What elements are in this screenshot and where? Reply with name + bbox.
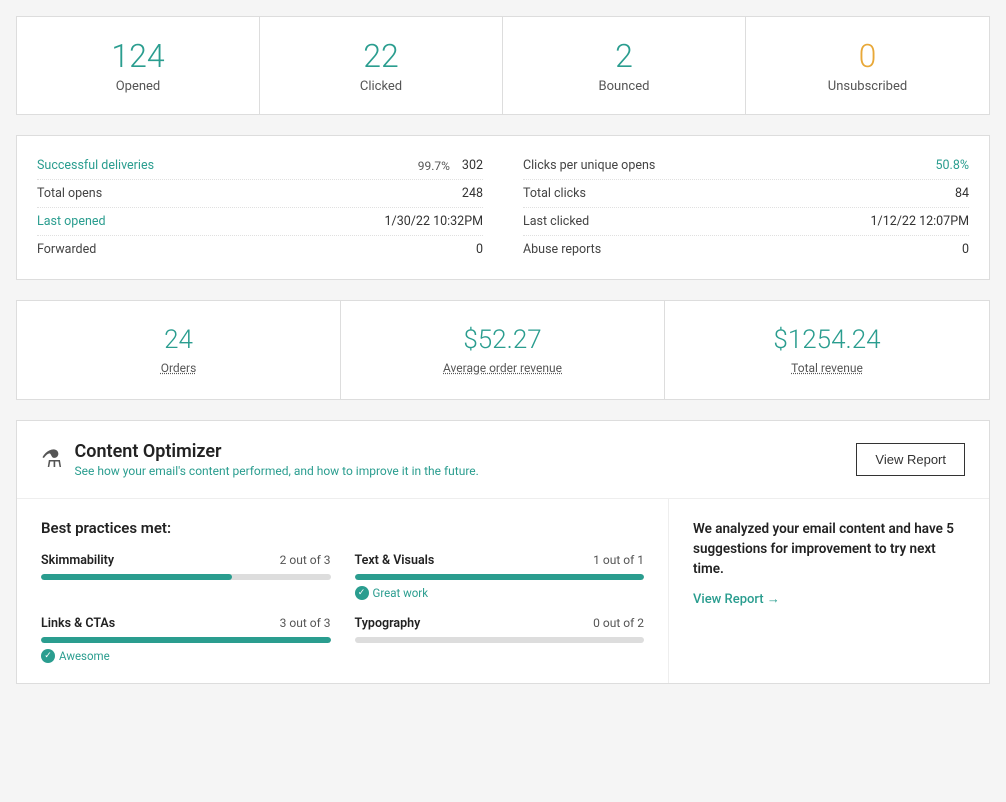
practice-score: 3 out of 3: [280, 616, 331, 630]
metrics-right: Clicks per unique opens 50.8% Total clic…: [523, 152, 969, 263]
check-icon: ✓: [355, 586, 369, 600]
metric-value: 84: [955, 186, 969, 201]
progress-bar-fill: [355, 574, 645, 580]
clicked-number: 22: [280, 37, 482, 75]
revenue-grid: 24 Orders $52.27 Average order revenue $…: [16, 300, 990, 399]
revenue-total: $1254.24 Total revenue: [665, 301, 989, 398]
progress-bar-bg: [355, 574, 645, 580]
metrics-grid: Successful deliveries 99.7% 302 Total op…: [16, 135, 990, 280]
opened-number: 124: [37, 37, 239, 75]
metric-value: 302: [462, 158, 483, 173]
best-practices-title: Best practices met:: [41, 519, 644, 537]
orders-label: Orders: [37, 361, 320, 375]
metric-value: 1/30/22 10:32PM: [385, 214, 483, 229]
practice-badge: ✓ Awesome: [41, 649, 331, 663]
metric-value: 1/12/22 12:07PM: [871, 214, 969, 229]
progress-bar-bg: [41, 637, 331, 643]
optimizer-body: Best practices met: Skimmability 2 out o…: [17, 499, 989, 683]
metric-row: Abuse reports 0: [523, 236, 969, 263]
metric-row: Clicks per unique opens 50.8%: [523, 152, 969, 180]
metric-label: Forwarded: [37, 242, 96, 257]
metric-row: Last clicked 1/12/22 12:07PM: [523, 208, 969, 236]
metric-label: Total opens: [37, 186, 102, 201]
bounced-number: 2: [523, 37, 725, 75]
practice-links-ctas: Links & CTAs 3 out of 3 ✓ Awesome: [41, 616, 331, 663]
bounced-label: Bounced: [523, 79, 725, 94]
metric-row: Last opened 1/30/22 10:32PM: [37, 208, 483, 236]
optimizer-header: ⚗ Content Optimizer See how your email's…: [17, 421, 989, 499]
revenue-avg-order: $52.27 Average order revenue: [341, 301, 665, 398]
revenue-orders: 24 Orders: [17, 301, 341, 398]
badge-label: Great work: [373, 586, 429, 600]
content-optimizer-section: ⚗ Content Optimizer See how your email's…: [16, 420, 990, 684]
practices-grid: Skimmability 2 out of 3 Text & Visuals 1…: [41, 553, 644, 663]
progress-bar-fill: [41, 637, 331, 643]
metric-value: 50.8%: [935, 158, 969, 173]
badge-label: Awesome: [59, 649, 110, 663]
metric-label: Successful deliveries: [37, 158, 154, 173]
optimizer-title-text: Content Optimizer See how your email's c…: [75, 441, 479, 478]
view-report-link[interactable]: View Report →: [693, 591, 965, 607]
practice-header: Links & CTAs 3 out of 3: [41, 616, 331, 631]
practice-score: 1 out of 1: [593, 553, 644, 567]
metric-value: 0: [962, 242, 969, 257]
stat-clicked: 22 Clicked: [260, 17, 503, 114]
practice-badge: ✓ Great work: [355, 586, 645, 600]
practice-name: Skimmability: [41, 553, 114, 568]
practice-header: Skimmability 2 out of 3: [41, 553, 331, 568]
progress-bar-bg: [355, 637, 645, 643]
check-icon: ✓: [41, 649, 55, 663]
metric-label: Clicks per unique opens: [523, 158, 655, 173]
practice-name: Links & CTAs: [41, 616, 115, 631]
progress-bar-fill: [41, 574, 232, 580]
practice-name: Text & Visuals: [355, 553, 435, 568]
avg-order-label: Average order revenue: [361, 361, 644, 375]
practice-score: 0 out of 2: [593, 616, 644, 630]
unsubscribed-number: 0: [766, 37, 969, 75]
metric-row: Total opens 248: [37, 180, 483, 208]
metric-label: Last opened: [37, 214, 106, 229]
unsubscribed-label: Unsubscribed: [766, 79, 969, 94]
optimizer-title: Content Optimizer: [75, 441, 479, 462]
metric-right: 99.7% 302: [418, 158, 483, 173]
metric-row: Successful deliveries 99.7% 302: [37, 152, 483, 180]
practice-score: 2 out of 3: [280, 553, 331, 567]
metric-label: Last clicked: [523, 214, 589, 229]
optimizer-left: Best practices met: Skimmability 2 out o…: [17, 499, 669, 683]
opened-label: Opened: [37, 79, 239, 94]
practice-header: Typography 0 out of 2: [355, 616, 645, 631]
stats-top-row: 124 Opened 22 Clicked 2 Bounced 0 Unsubs…: [16, 16, 990, 115]
metric-percent: 99.7%: [418, 159, 450, 173]
metrics-left: Successful deliveries 99.7% 302 Total op…: [37, 152, 483, 263]
stat-unsubscribed: 0 Unsubscribed: [746, 17, 989, 114]
metric-row: Forwarded 0: [37, 236, 483, 263]
stat-opened: 124 Opened: [17, 17, 260, 114]
metric-row: Total clicks 84: [523, 180, 969, 208]
progress-bar-bg: [41, 574, 331, 580]
metric-label: Total clicks: [523, 186, 586, 201]
practice-skimmability: Skimmability 2 out of 3: [41, 553, 331, 600]
stat-bounced: 2 Bounced: [503, 17, 746, 114]
practice-header: Text & Visuals 1 out of 1: [355, 553, 645, 568]
practice-text-visuals: Text & Visuals 1 out of 1 ✓ Great work: [355, 553, 645, 600]
optimizer-title-area: ⚗ Content Optimizer See how your email's…: [41, 441, 479, 478]
optimizer-analysis-text: We analyzed your email content and have …: [693, 519, 965, 580]
clicked-label: Clicked: [280, 79, 482, 94]
optimizer-right: We analyzed your email content and have …: [669, 499, 989, 683]
practice-typography: Typography 0 out of 2: [355, 616, 645, 663]
total-revenue-number: $1254.24: [685, 325, 969, 356]
view-report-button[interactable]: View Report: [856, 443, 965, 476]
optimizer-icon: ⚗: [41, 445, 63, 473]
total-revenue-label: Total revenue: [685, 361, 969, 375]
optimizer-subtitle: See how your email's content performed, …: [75, 464, 479, 478]
metric-value: 0: [476, 242, 483, 257]
avg-order-number: $52.27: [361, 325, 644, 356]
practice-name: Typography: [355, 616, 421, 631]
metric-value: 248: [462, 186, 483, 201]
metric-label: Abuse reports: [523, 242, 601, 257]
orders-number: 24: [37, 325, 320, 356]
